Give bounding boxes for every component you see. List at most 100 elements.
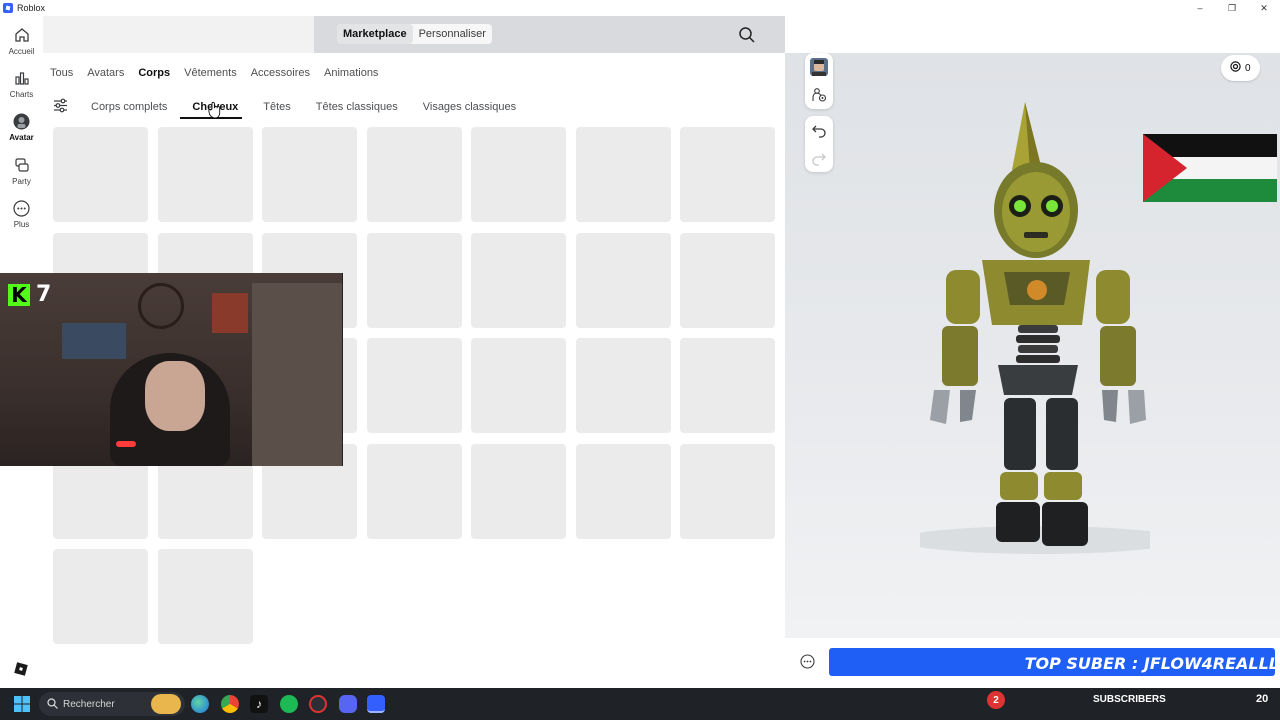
category-tab-all[interactable]: Tous xyxy=(50,66,73,80)
chrome-browser-icon[interactable] xyxy=(221,695,239,713)
item-card-placeholder[interactable] xyxy=(576,233,671,328)
top-suber-text: TOP SUBER : JFLOW4REALLL xyxy=(1024,654,1275,673)
item-card-placeholder[interactable] xyxy=(367,127,462,222)
item-card-placeholder[interactable] xyxy=(471,233,566,328)
avatar-robot-model xyxy=(920,102,1150,554)
webcam-overlay: K 7 xyxy=(0,273,343,466)
kick-logo-icon: K xyxy=(8,283,30,307)
subcategory-tab-heads[interactable]: Têtes xyxy=(263,100,291,114)
charts-icon xyxy=(13,69,31,87)
item-card-placeholder[interactable] xyxy=(158,127,253,222)
subcategory-tab-classic-faces[interactable]: Visages classiques xyxy=(423,100,516,114)
spotify-icon[interactable] xyxy=(280,695,298,713)
search-highlight-image xyxy=(151,694,181,714)
webcam-headset-light xyxy=(116,441,136,447)
stream-ticker-banner: TOP SUBER : JFLOW4REALLL xyxy=(829,648,1275,676)
party-icon xyxy=(13,156,31,174)
taskbar-search-label: Rechercher xyxy=(63,698,115,710)
nav-label-avatar: Avatar xyxy=(9,133,34,142)
window-controls: – ❐ ✕ xyxy=(1184,0,1280,16)
nav-item-avatar[interactable]: Avatar xyxy=(0,112,43,142)
item-card-placeholder[interactable] xyxy=(576,127,671,222)
subcategory-tab-classic-heads[interactable]: Têtes classiques xyxy=(316,100,398,114)
roblox-app-icon xyxy=(3,3,13,13)
obs-recording-icon[interactable] xyxy=(309,695,327,713)
nav-item-more[interactable]: Plus xyxy=(0,199,43,229)
nav-item-home[interactable]: Accueil xyxy=(0,26,43,56)
roblox-logo-icon[interactable] xyxy=(14,662,28,676)
item-card-placeholder[interactable] xyxy=(471,444,566,539)
nav-item-charts[interactable]: Charts xyxy=(0,69,43,99)
hand-cursor-icon xyxy=(208,101,222,119)
item-card-placeholder[interactable] xyxy=(158,549,253,644)
category-tabs: Tous Avatars Corps Vêtements Accessoires… xyxy=(50,66,392,80)
windows-taskbar: Rechercher ♪ xyxy=(0,688,1280,720)
tab-customize[interactable]: Personnaliser xyxy=(413,24,492,44)
minimize-icon[interactable]: – xyxy=(1184,0,1216,16)
subcategory-tab-full-bodies[interactable]: Corps complets xyxy=(91,100,167,114)
close-icon[interactable]: ✕ xyxy=(1248,0,1280,16)
item-card-placeholder[interactable] xyxy=(680,444,775,539)
notification-badge[interactable]: 2 xyxy=(987,691,1005,709)
nav-label-charts: Charts xyxy=(9,90,34,99)
more-icon xyxy=(13,199,31,217)
item-card-placeholder[interactable] xyxy=(262,127,357,222)
item-card-placeholder[interactable] xyxy=(680,338,775,433)
webcam-poster xyxy=(62,323,126,359)
webcam-door xyxy=(252,283,342,466)
more-options-icon[interactable] xyxy=(800,654,815,669)
overlay-number: 20 xyxy=(1256,693,1269,705)
window-title: Roblox xyxy=(17,3,46,13)
edge-browser-icon[interactable] xyxy=(191,695,209,713)
tab-marketplace[interactable]: Marketplace xyxy=(337,24,413,44)
item-card-placeholder[interactable] xyxy=(680,233,775,328)
undo-icon[interactable] xyxy=(805,116,833,144)
category-tab-body[interactable]: Corps xyxy=(138,66,170,80)
restore-icon[interactable]: ❐ xyxy=(1216,0,1248,16)
discord-icon[interactable] xyxy=(339,695,357,713)
header-left-area xyxy=(43,16,314,53)
item-card-placeholder[interactable] xyxy=(576,338,671,433)
robux-icon xyxy=(1230,61,1241,75)
webcam-wall-flag xyxy=(212,293,248,333)
body-scale-icon[interactable] xyxy=(805,81,833,109)
filter-sliders-icon[interactable] xyxy=(53,98,68,113)
category-tab-animations[interactable]: Animations xyxy=(324,66,378,80)
item-card-placeholder[interactable] xyxy=(367,444,462,539)
tiktok-icon[interactable]: ♪ xyxy=(250,695,268,713)
item-card-placeholder[interactable] xyxy=(680,127,775,222)
item-card-placeholder[interactable] xyxy=(471,127,566,222)
webcam-streamer-face xyxy=(145,361,205,431)
window-titlebar: Roblox – ❐ ✕ xyxy=(0,0,1280,16)
nav-label-home: Accueil xyxy=(8,47,35,56)
robux-balance-button[interactable]: 0 xyxy=(1221,55,1260,81)
home-icon xyxy=(13,26,31,44)
roblox-taskbar-icon[interactable] xyxy=(367,695,385,713)
preview-view-toolbar xyxy=(805,53,833,109)
item-card-placeholder[interactable] xyxy=(576,444,671,539)
mode-switcher: Marketplace Personnaliser xyxy=(337,24,492,44)
redo-icon[interactable] xyxy=(805,144,833,172)
item-card-placeholder[interactable] xyxy=(367,233,462,328)
subscribers-overlay-label: SUBSCRIBERS xyxy=(1093,694,1166,705)
item-card-placeholder[interactable] xyxy=(53,127,148,222)
nav-item-party[interactable]: Party xyxy=(0,156,43,186)
category-tab-clothing[interactable]: Vêtements xyxy=(184,66,237,80)
undo-redo-toolbar xyxy=(805,116,833,172)
palestine-flag-image xyxy=(1143,134,1277,202)
item-card-placeholder[interactable] xyxy=(53,549,148,644)
subcategory-tabs: Corps complets Cheveux Têtes Têtes class… xyxy=(91,100,541,119)
search-icon[interactable] xyxy=(738,26,756,44)
category-tab-avatars[interactable]: Avatars xyxy=(87,66,124,80)
category-tab-accessories[interactable]: Accessoires xyxy=(251,66,310,80)
avatar-icon xyxy=(13,112,31,130)
item-card-placeholder[interactable] xyxy=(471,338,566,433)
nav-label-party: Party xyxy=(12,177,31,186)
webcam-wheel-decor xyxy=(138,283,184,329)
taskbar-search-box[interactable]: Rechercher xyxy=(39,692,185,716)
headshot-view-button[interactable] xyxy=(805,53,833,81)
kick-follower-count: 7 xyxy=(36,282,52,307)
robux-balance: 0 xyxy=(1245,62,1251,74)
windows-start-icon[interactable] xyxy=(14,696,30,712)
item-card-placeholder[interactable] xyxy=(367,338,462,433)
